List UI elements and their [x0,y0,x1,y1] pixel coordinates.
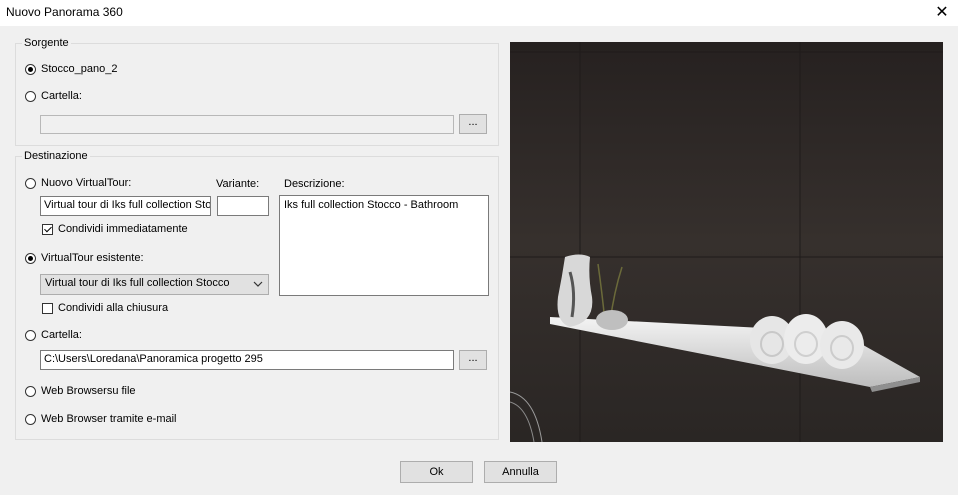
checkbox-condividi-chiusura[interactable] [42,303,53,314]
virtualtour-esistente-select[interactable]: Virtual tour di Iks full collection Stoc… [40,274,269,295]
radio-web-browser-email[interactable] [25,414,36,425]
descrizione-label: Descrizione: [284,178,345,190]
title-bar: Nuovo Panorama 360 ✕ [0,0,958,26]
variante-input[interactable] [217,196,269,216]
radio-nuovo-virtualtour[interactable] [25,178,36,189]
descrizione-textarea[interactable]: Iks full collection Stocco - Bathroom [279,195,489,296]
radio-web-browser-file[interactable] [25,386,36,397]
annulla-button[interactable]: Annulla [484,461,557,483]
ok-button[interactable]: Ok [400,461,473,483]
radio-virtualtour-esistente[interactable] [25,253,36,264]
bathroom-shelf-render [510,42,943,442]
destinazione-browse-button[interactable]: ... [459,350,487,370]
sorgente-legend: Sorgente [22,37,71,49]
destinazione-legend: Destinazione [22,150,90,162]
close-icon[interactable]: ✕ [932,3,952,23]
condividi-immediatamente-label[interactable]: Condividi immediatamente [58,223,188,235]
radio-stocco[interactable] [25,64,36,75]
chevron-down-icon [253,281,263,287]
radio-destinazione-cartella[interactable] [25,330,36,341]
web-browser-file-label[interactable]: Web Browsersu file [41,385,136,397]
destinazione-cartella-input[interactable]: C:\Users\Loredana\Panoramica progetto 29… [40,350,454,370]
sorgente-cartella-input[interactable] [40,115,454,134]
radio-virtualtour-esistente-label[interactable]: VirtualTour esistente: [41,252,144,264]
radio-destinazione-cartella-label[interactable]: Cartella: [41,329,82,341]
checkbox-condividi-immediatamente[interactable] [42,224,53,235]
radio-nuovo-virtualtour-label[interactable]: Nuovo VirtualTour: [41,177,131,189]
condividi-chiusura-label[interactable]: Condividi alla chiusura [58,302,168,314]
radio-sorgente-cartella[interactable] [25,91,36,102]
nuovo-virtualtour-input[interactable]: Virtual tour di Iks full collection Sto [40,196,211,216]
panorama-preview-image [510,42,943,442]
sorgente-browse-button[interactable]: ... [459,114,487,134]
web-browser-email-label[interactable]: Web Browser tramite e-mail [41,413,177,425]
window-title: Nuovo Panorama 360 [6,5,123,19]
variante-label: Variante: [216,178,260,190]
radio-stocco-label[interactable]: Stocco_pano_2 [41,63,117,75]
radio-sorgente-cartella-label[interactable]: Cartella: [41,90,82,102]
virtualtour-esistente-value: Virtual tour di Iks full collection Stoc… [45,277,230,289]
